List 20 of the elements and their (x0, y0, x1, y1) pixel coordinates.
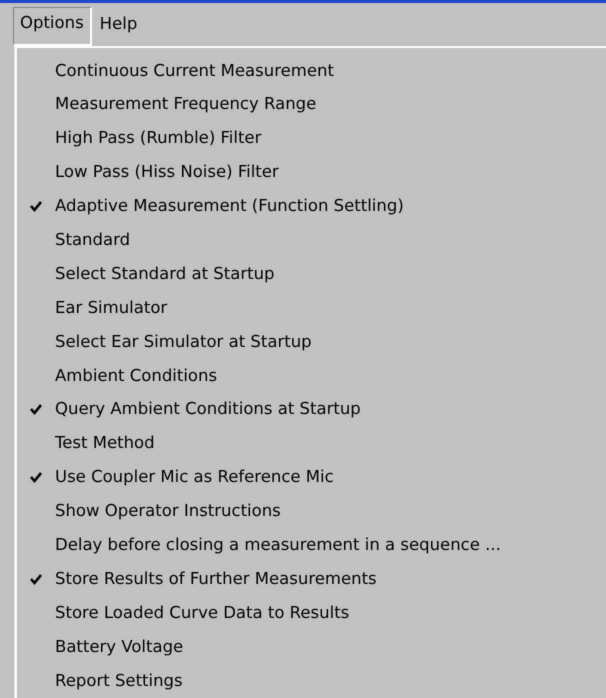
menu-item[interactable]: Store Results of Further Measurements (55, 566, 377, 592)
menu-item[interactable]: Measurement Frequency Range (55, 92, 316, 118)
menu-item[interactable]: High Pass (Rumble) Filter (55, 126, 262, 152)
menu-item[interactable]: Adaptive Measurement (Function Settling) (55, 194, 404, 219)
menu-item[interactable]: Show Operator Instructions (55, 499, 281, 524)
menu-item[interactable]: Test Method (55, 431, 155, 456)
menu-item[interactable]: Low Pass (Hiss Noise) Filter (55, 160, 279, 185)
menu-item[interactable]: Standard (55, 228, 130, 253)
menu-item[interactable]: Ear Simulator (55, 296, 168, 321)
menu-item[interactable]: Use Coupler Mic as Reference Mic (55, 465, 334, 490)
menu-item[interactable]: Select Ear Simulator at Startup (55, 330, 312, 354)
menu-item[interactable]: Store Loaded Curve Data to Results (55, 600, 350, 626)
menu-item[interactable]: Select Standard at Startup (55, 262, 275, 287)
menu-bar-item[interactable]: Help (92, 7, 146, 46)
menu-item[interactable]: Report Settings (55, 668, 183, 694)
menu-item[interactable]: Battery Voltage (55, 634, 184, 660)
menu-item[interactable]: Delay before closing a measurement in a sequence ... (55, 533, 501, 558)
menu-item[interactable]: Ambient Conditions (55, 364, 218, 388)
menu-item[interactable]: Continuous Current Measurement (55, 58, 334, 84)
menu-item[interactable]: Query Ambient Conditions at Startup (55, 397, 361, 422)
